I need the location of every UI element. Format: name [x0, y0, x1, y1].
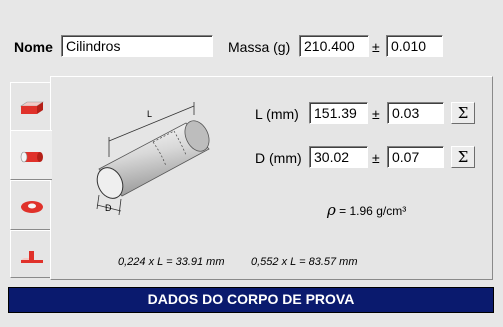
nome-label: Nome [14, 39, 53, 55]
tab-ring[interactable] [10, 180, 50, 230]
D-input[interactable]: 30.02 [309, 146, 368, 168]
rho-symbol: ρ [327, 201, 336, 219]
cylinder-shape-icon [20, 151, 43, 163]
density-readout: ρ = 1.96 g/cm³ [327, 201, 406, 219]
tab-cylinder[interactable] [10, 130, 52, 180]
L-plusminus: ± [372, 106, 380, 122]
note-left: 0,224 x L = 33.91 mm [118, 256, 225, 268]
footer-title-bar: DADOS DO CORPO DE PROVA [8, 287, 494, 313]
specimen-panel: L D L (mm) 151.39 ± 0.03 Σ D (mm) 30.02 … [50, 76, 493, 280]
block-shape-icon [20, 101, 44, 114]
massa-tolerance-input[interactable]: 0.010 [386, 35, 443, 57]
nome-input[interactable]: Cilindros [61, 35, 213, 57]
massa-label: Massa (g) [228, 39, 291, 55]
irregular-shape-icon [21, 251, 43, 263]
note-right: 0,552 x L = 83.57 mm [251, 256, 358, 268]
ring-shape-icon [21, 201, 43, 213]
diagram-label-L: L [147, 109, 152, 119]
massa-plusminus: ± [372, 39, 380, 55]
massa-input[interactable]: 210.400 [299, 35, 369, 57]
D-label: D (mm) [255, 150, 302, 166]
D-tolerance-input[interactable]: 0.07 [387, 146, 444, 168]
tab-block[interactable] [10, 82, 50, 132]
tab-irregular[interactable] [10, 230, 50, 278]
L-tolerance-input[interactable]: 0.03 [387, 102, 444, 124]
diagram-label-D: D [105, 203, 112, 213]
D-plusminus: ± [372, 150, 380, 166]
L-input[interactable]: 151.39 [309, 102, 368, 124]
density-value: = 1.96 g/cm³ [335, 204, 407, 218]
D-sigma-button[interactable]: Σ [451, 146, 475, 168]
L-sigma-button[interactable]: Σ [451, 102, 475, 124]
L-label: L (mm) [255, 106, 299, 122]
cylinder-diagram: L D [96, 102, 210, 216]
